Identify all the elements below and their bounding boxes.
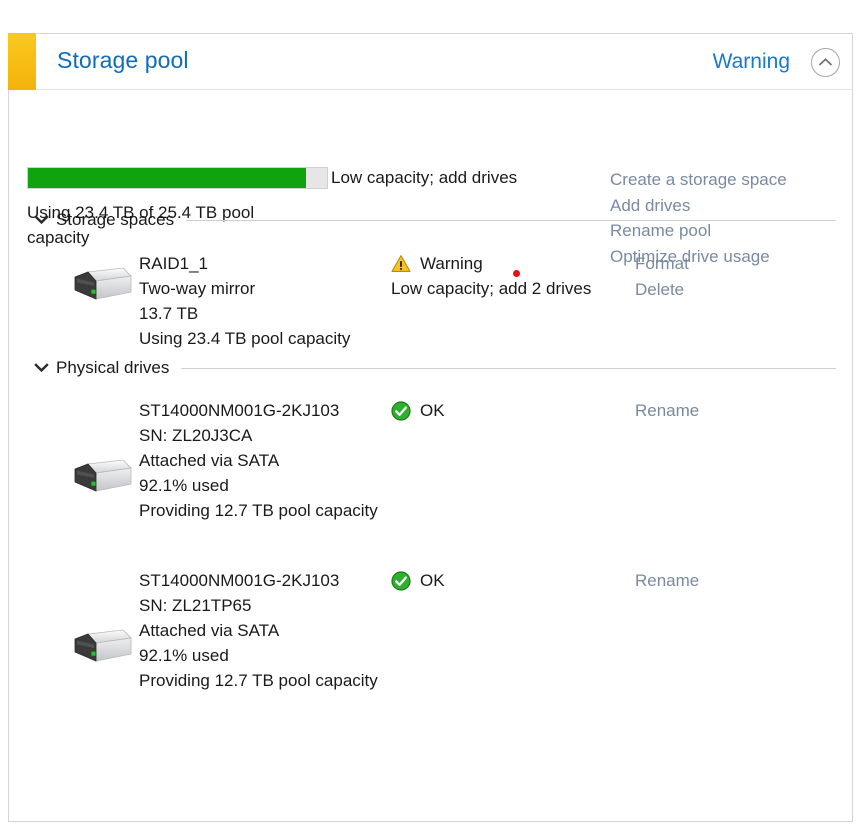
- storage-space-status-label: Warning: [420, 254, 483, 273]
- warning-triangle-icon: [391, 254, 411, 273]
- section-divider: [181, 367, 836, 369]
- panel-header: Storage pool Warning: [8, 33, 852, 90]
- hard-drive-icon: [74, 458, 132, 501]
- physical-drive-details: ST14000NM001G-2KJ103 SN: ZL20J3CA Attach…: [139, 398, 384, 523]
- section-header-physical-drives[interactable]: Physical drives: [34, 358, 836, 378]
- warning-accent-bar: [8, 33, 36, 90]
- storage-space-size: 13.7 TB: [139, 304, 199, 323]
- pool-summary-row: Low capacity; add drives Using 23.4 TB o…: [9, 90, 852, 277]
- physical-drive-row: ST14000NM001G-2KJ103 SN: ZL21TP65 Attach…: [34, 548, 836, 718]
- chevron-down-icon[interactable]: [34, 361, 56, 376]
- format-link[interactable]: Format: [635, 251, 689, 277]
- pool-capacity-caption: Low capacity; add drives: [331, 168, 518, 187]
- physical-drive-model: ST14000NM001G-2KJ103: [139, 401, 340, 420]
- physical-drive-provided: Providing 12.7 TB pool capacity: [139, 501, 378, 520]
- section-header-storage-spaces[interactable]: Storage spaces: [34, 210, 836, 230]
- pool-capacity-bar-fill: [28, 168, 307, 188]
- pool-capacity-bar: [27, 167, 328, 189]
- storage-space-pool-usage: Using 23.4 TB pool capacity: [139, 329, 351, 348]
- storage-space-status-detail: Low capacity; add 2 drives: [391, 279, 592, 298]
- section-label-storage-spaces: Storage spaces: [56, 210, 175, 229]
- page-title: Storage pool: [57, 47, 189, 73]
- panel-body: Low capacity; add drives Using 23.4 TB o…: [9, 90, 852, 718]
- physical-drive-status-label: OK: [420, 571, 445, 590]
- physical-drive-used: 92.1% used: [139, 646, 229, 665]
- physical-drive-actions: Rename: [635, 398, 699, 424]
- section-divider: [186, 219, 836, 221]
- physical-drive-status: OK: [391, 568, 626, 593]
- physical-drive-serial: SN: ZL20J3CA: [139, 426, 253, 445]
- pool-status-label: Warning: [712, 50, 790, 73]
- ok-check-icon: [391, 400, 411, 421]
- delete-link[interactable]: Delete: [635, 277, 689, 303]
- collapse-panel-button[interactable]: [811, 48, 840, 77]
- physical-drive-used: 92.1% used: [139, 476, 229, 495]
- physical-drive-serial: SN: ZL21TP65: [139, 596, 252, 615]
- physical-drive-provided: Providing 12.7 TB pool capacity: [139, 671, 378, 690]
- physical-drive-actions: Rename: [635, 568, 699, 594]
- section-label-physical-drives: Physical drives: [56, 358, 170, 377]
- hard-drive-icon: [74, 628, 132, 671]
- rename-drive-link[interactable]: Rename: [635, 568, 699, 594]
- physical-drive-status: OK: [391, 398, 626, 423]
- storage-spaces-panel-root: Storage pool Warning Low capacity; add d…: [0, 0, 861, 834]
- storage-space-name: RAID1_1: [139, 254, 208, 273]
- storage-space-resiliency: Two-way mirror: [139, 279, 256, 298]
- physical-drive-details: ST14000NM001G-2KJ103 SN: ZL21TP65 Attach…: [139, 568, 384, 693]
- storage-space-details: RAID1_1 Two-way mirror 13.7 TB Using 23.…: [139, 251, 384, 351]
- physical-drive-status-label: OK: [420, 401, 445, 420]
- chevron-down-icon[interactable]: [34, 213, 56, 228]
- physical-drive-bus: Attached via SATA: [139, 621, 280, 640]
- storage-pool-panel: Storage pool Warning Low capacity; add d…: [8, 33, 853, 822]
- ok-check-icon: [391, 570, 411, 591]
- storage-space-actions: Format Delete: [635, 251, 689, 302]
- rename-drive-link[interactable]: Rename: [635, 398, 699, 424]
- storage-space-status: Warning Low capacity; add 2 drives: [391, 251, 626, 301]
- hard-drive-icon: [74, 266, 132, 309]
- physical-drive-row: ST14000NM001G-2KJ103 SN: ZL20J3CA Attach…: [34, 378, 836, 548]
- physical-drive-bus: Attached via SATA: [139, 451, 280, 470]
- create-storage-space-link[interactable]: Create a storage space: [610, 167, 787, 193]
- physical-drive-model: ST14000NM001G-2KJ103: [139, 571, 340, 590]
- storage-space-row: RAID1_1 Two-way mirror 13.7 TB Using 23.…: [34, 230, 836, 358]
